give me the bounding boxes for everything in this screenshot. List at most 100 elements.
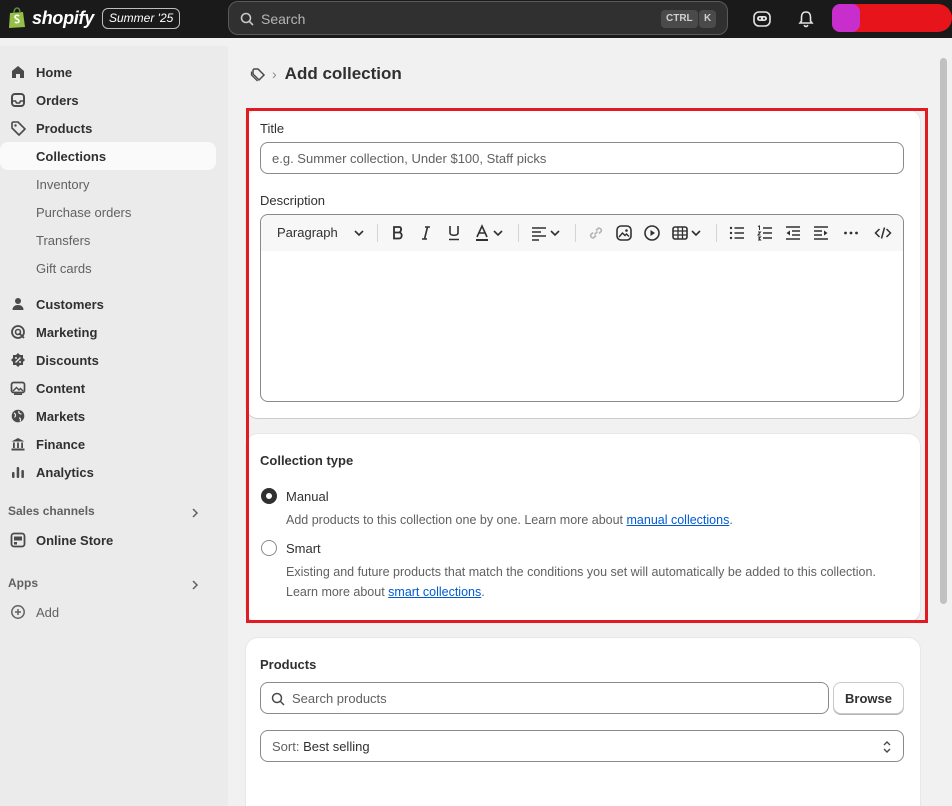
main-content: › Add collection Title e.g. Summer colle… bbox=[228, 46, 936, 806]
shopify-logo[interactable]: shopify bbox=[8, 7, 94, 29]
code-view-icon[interactable] bbox=[873, 223, 893, 243]
manual-help-period: . bbox=[729, 513, 733, 527]
manual-radio[interactable] bbox=[261, 488, 277, 504]
sales-channels-heading[interactable]: Sales channels bbox=[8, 504, 95, 518]
bullet-list-icon[interactable] bbox=[727, 223, 747, 243]
smart-help-line2: Learn more about smart collections. bbox=[286, 582, 876, 602]
apps-heading[interactable]: Apps bbox=[8, 576, 38, 590]
sidebar-item-marketing[interactable]: Marketing bbox=[0, 318, 216, 346]
sidebar-item-transfers[interactable]: Transfers bbox=[0, 226, 216, 254]
sidebar-item-analytics[interactable]: Analytics bbox=[0, 458, 216, 486]
products-card: Products Search products Browse Sort: Be… bbox=[246, 638, 920, 806]
smart-label[interactable]: Smart bbox=[286, 541, 321, 556]
chevron-right-icon[interactable] bbox=[190, 580, 200, 590]
chevron-down-icon[interactable] bbox=[488, 223, 508, 243]
search-icon bbox=[271, 692, 285, 706]
smart-help-period: . bbox=[481, 585, 485, 599]
more-icon[interactable] bbox=[841, 223, 861, 243]
sidebar-item-online-store[interactable]: Online Store bbox=[0, 526, 216, 554]
sidebar-item-add-app[interactable]: Add bbox=[0, 598, 216, 626]
search-placeholder: Search bbox=[261, 11, 306, 27]
bell-icon[interactable] bbox=[796, 9, 816, 29]
italic-icon[interactable] bbox=[416, 223, 436, 243]
title-placeholder: e.g. Summer collection, Under $100, Staf… bbox=[272, 151, 547, 166]
tag-icon bbox=[11, 121, 26, 136]
global-search[interactable]: Search CTRL K bbox=[228, 1, 728, 35]
chevron-down-icon[interactable] bbox=[686, 223, 706, 243]
sidebar-label: Content bbox=[36, 381, 86, 396]
smart-help-copy: Learn more about bbox=[286, 585, 389, 599]
collection-type-card: Collection type Manual Add products to t… bbox=[246, 434, 920, 622]
manual-collections-link[interactable]: manual collections bbox=[627, 513, 730, 527]
sidebar-item-customers[interactable]: Customers bbox=[0, 290, 216, 318]
underline-icon[interactable] bbox=[444, 223, 464, 243]
sidebar-label: Finance bbox=[36, 437, 86, 452]
smart-collections-link[interactable]: smart collections bbox=[388, 585, 481, 599]
bold-icon[interactable] bbox=[388, 223, 408, 243]
chevron-down-icon[interactable] bbox=[545, 223, 565, 243]
sidebar-label: Collections bbox=[36, 149, 107, 164]
manual-help-text: Add products to this collection one by o… bbox=[286, 510, 733, 530]
sidebar-label: Products bbox=[36, 121, 93, 136]
search-icon bbox=[240, 12, 254, 26]
account-avatar[interactable] bbox=[832, 4, 952, 32]
sidebar-label: Customers bbox=[36, 297, 104, 312]
sidebar-item-products[interactable]: Products bbox=[0, 114, 216, 142]
globe-icon bbox=[11, 409, 25, 423]
sidebar-item-home[interactable]: Home bbox=[0, 58, 216, 86]
link-icon[interactable] bbox=[586, 223, 606, 243]
brand-name: shopify bbox=[32, 7, 94, 28]
chevron-right-icon[interactable] bbox=[190, 508, 200, 518]
sidebar-item-content[interactable]: Content bbox=[0, 374, 216, 402]
sidebar-item-orders[interactable]: Orders bbox=[0, 86, 216, 114]
sidebar-label: Inventory bbox=[36, 177, 90, 192]
sidebar-item-inventory[interactable]: Inventory bbox=[0, 170, 216, 198]
chevron-down-icon[interactable] bbox=[349, 223, 369, 243]
image-icon bbox=[10, 381, 26, 395]
product-search-input[interactable]: Search products bbox=[260, 682, 829, 714]
inbox-icon bbox=[11, 93, 25, 107]
sort-prefix: Sort: bbox=[272, 739, 304, 754]
target-icon bbox=[11, 325, 25, 339]
select-arrows-icon bbox=[883, 741, 891, 753]
browse-button[interactable]: Browse bbox=[833, 682, 904, 714]
sidebar-label: Markets bbox=[36, 409, 86, 424]
edition-badge[interactable]: Summer '25 bbox=[102, 8, 181, 29]
numbered-list-icon[interactable] bbox=[755, 223, 775, 243]
image-icon[interactable] bbox=[614, 223, 634, 243]
shortcut-ctrl-key: CTRL bbox=[661, 10, 698, 28]
sidebar-item-markets[interactable]: Markets bbox=[0, 402, 216, 430]
description-label: Description bbox=[260, 193, 326, 208]
tag-icon[interactable] bbox=[250, 66, 266, 82]
sort-select[interactable]: Sort: Best selling bbox=[260, 730, 904, 762]
paragraph-style-select[interactable]: Paragraph bbox=[277, 225, 338, 240]
sidebar: Home Orders Products Collections Invento… bbox=[0, 46, 228, 806]
page-scrollbar[interactable] bbox=[936, 46, 952, 806]
top-bar: shopify Summer '25 Search CTRL K bbox=[0, 0, 952, 38]
manual-label[interactable]: Manual bbox=[286, 489, 329, 504]
video-icon[interactable] bbox=[642, 223, 662, 243]
sidebar-label: Discounts bbox=[36, 353, 99, 368]
description-editor[interactable]: Paragraph bbox=[260, 214, 904, 402]
sidebar-label: Orders bbox=[36, 93, 79, 108]
smart-help-text: Existing and future products that match … bbox=[286, 562, 876, 602]
page-header: › Add collection bbox=[250, 64, 402, 84]
smart-radio[interactable] bbox=[261, 540, 277, 556]
smart-help-line1: Existing and future products that match … bbox=[286, 565, 876, 579]
sidebar-label: Purchase orders bbox=[36, 205, 132, 220]
product-search-placeholder: Search products bbox=[292, 691, 387, 706]
indent-icon[interactable] bbox=[811, 223, 831, 243]
sidebar-item-purchase-orders[interactable]: Purchase orders bbox=[0, 198, 216, 226]
sidebar-item-collections[interactable]: Collections bbox=[0, 142, 216, 170]
sidebar-label: Gift cards bbox=[36, 261, 92, 276]
discount-icon bbox=[11, 353, 25, 367]
toolbar-divider bbox=[575, 224, 576, 242]
sidekick-icon[interactable] bbox=[752, 9, 772, 29]
sidebar-item-finance[interactable]: Finance bbox=[0, 430, 216, 458]
outdent-icon[interactable] bbox=[783, 223, 803, 243]
sidebar-label: Marketing bbox=[36, 325, 98, 340]
sidebar-item-discounts[interactable]: Discounts bbox=[0, 346, 216, 374]
sidebar-item-gift-cards[interactable]: Gift cards bbox=[0, 254, 216, 282]
scrollbar-thumb[interactable] bbox=[940, 58, 947, 604]
title-input[interactable]: e.g. Summer collection, Under $100, Staf… bbox=[260, 142, 904, 174]
